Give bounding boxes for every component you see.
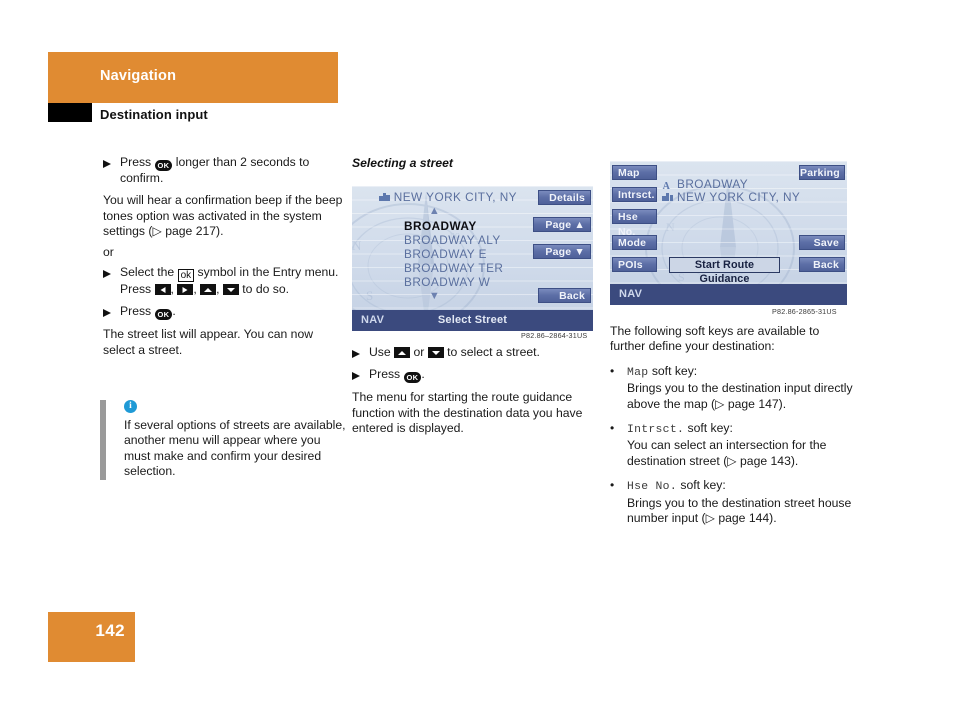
softkey-map[interactable]: Map <box>612 165 657 180</box>
ok-button-icon: OK <box>154 309 173 321</box>
softkey-suffix: soft key: <box>651 363 698 378</box>
nav-status-bar: NAV <box>610 284 847 305</box>
street-list-item[interactable]: BROADWAY TER <box>352 261 593 276</box>
page-number-block: 142 <box>48 612 135 662</box>
bullet-house-number-softkey: • Hse No. soft key: Brings you to the de… <box>610 478 856 526</box>
bullet-map-text: Brings you to the destination input dire… <box>627 381 853 411</box>
figure-code-middle: P82.86–2864-31US <box>521 331 588 340</box>
start-route-guidance-button[interactable]: Start Route Guidance <box>669 257 780 285</box>
nav-status-bar: NAV Select Street <box>352 310 593 331</box>
bullet-dot-icon: • <box>610 363 615 378</box>
nav-screen-select-street[interactable]: N S no NEW YORK CITY, NY ▲ BROADWAY BROA… <box>352 186 593 331</box>
note-body: i If several options of streets are avai… <box>124 400 346 480</box>
softkey-back[interactable]: Back <box>538 288 591 303</box>
arrow-left-key-icon <box>154 284 171 296</box>
nav-screen-content: Map Intrsct. Hse No. Mode POIs Parking S… <box>610 161 847 305</box>
step-press-ok: Press OK. <box>103 304 346 321</box>
step-triangle-icon <box>103 265 120 297</box>
section-marker-band <box>48 103 92 122</box>
subsection-title: Selecting a street <box>352 156 453 170</box>
arrow-right-key-icon <box>177 284 194 296</box>
note-side-bar <box>100 400 106 480</box>
softkey-mode[interactable]: Mode <box>612 235 657 250</box>
step3-post-text: . <box>172 304 176 319</box>
destination-city-line: NEW YORK CITY, NY <box>662 190 800 205</box>
step3-pre-text: Press <box>120 304 152 319</box>
use-post-text: to select a street. <box>447 345 540 359</box>
city-buildings-icon <box>662 193 673 201</box>
step1-pre-text: Press <box>120 155 152 169</box>
step1-note: You will hear a confirmation beep if the… <box>103 193 343 239</box>
note-text: If several options of streets are availa… <box>124 418 346 479</box>
step-press-ok-long: Press OK longer than 2 seconds to confir… <box>103 155 346 186</box>
status-nav-label: NAV <box>619 288 643 300</box>
nav-screen-content: NEW YORK CITY, NY ▲ BROADWAY BROADWAY AL… <box>352 186 593 331</box>
ok-button-icon: OK <box>403 372 422 384</box>
softkey-suffix: soft key: <box>680 478 726 493</box>
softkey-details[interactable]: Details <box>538 190 591 205</box>
step-triangle-icon <box>103 155 120 186</box>
softkey-name-intersection: Intrsct. <box>627 424 685 437</box>
step3-note: The street list will appear. You can now… <box>103 327 314 357</box>
softkey-pois[interactable]: POIs <box>612 257 657 272</box>
softkey-back[interactable]: Back <box>799 257 845 272</box>
softkey-house-number[interactable]: Hse No. <box>612 209 657 238</box>
step2-post-text: to do so. <box>242 282 290 297</box>
use-mid-text: or <box>413 345 425 359</box>
bullet-dot-icon: • <box>610 478 615 493</box>
arrow-down-key-icon <box>427 347 444 358</box>
section-title: Destination input <box>100 107 208 122</box>
chapter-header-band <box>48 52 338 103</box>
bullet-map-softkey: • Map soft key: Brings you to the destin… <box>610 364 856 412</box>
right-column-text: The following soft keys are available to… <box>610 324 856 526</box>
arrow-down-key-icon <box>222 284 239 296</box>
softkey-save[interactable]: Save <box>799 235 845 250</box>
status-screen-title: Select Street <box>437 314 508 326</box>
bullet-intersection-softkey: • Intrsct. soft key: You can select an i… <box>610 421 856 469</box>
figure-code-right: P82.86-2865-31US <box>772 307 837 316</box>
step-select-ok-symbol: Select the ok symbol in the Entry menu. … <box>103 265 346 297</box>
arrow-up-key-icon <box>200 284 217 296</box>
softkeys-intro: The following soft keys are available to… <box>610 324 820 354</box>
bullet-dot-icon: • <box>610 421 615 436</box>
page-number: 142 <box>95 621 125 640</box>
left-column: Press OK longer than 2 seconds to confir… <box>103 155 346 358</box>
softkey-name-map: Map <box>627 366 649 379</box>
press-pre-text: Press <box>369 367 401 382</box>
softkey-page-up[interactable]: Page ▲ <box>533 217 591 232</box>
softkey-suffix: soft key: <box>687 421 733 436</box>
softkey-name-house-number: Hse No. <box>627 481 677 494</box>
step-use-arrows: Use or to select a street. <box>352 345 594 360</box>
ok-symbol-icon: ok <box>177 269 195 283</box>
manual-page: Navigation Destination input Press OK lo… <box>0 0 954 716</box>
step-triangle-icon <box>352 345 369 360</box>
step-press-ok-middle: Press OK. <box>352 367 594 384</box>
middle-column-steps: Use or to select a street. Press OK. The… <box>352 345 594 437</box>
softkey-intersection[interactable]: Intrsct. <box>612 187 657 202</box>
softkey-page-down[interactable]: Page ▼ <box>533 244 591 259</box>
step-triangle-icon <box>352 367 369 383</box>
press-note: The menu for starting the route guidance… <box>352 390 583 436</box>
step2-pre-text: Select the <box>120 265 175 280</box>
arrow-up-key-icon <box>394 347 411 358</box>
note-box: i If several options of streets are avai… <box>100 400 346 480</box>
step-triangle-icon <box>103 304 120 320</box>
bullet-house-number-text: Brings you to the destination street hou… <box>627 495 852 526</box>
ok-button-icon: OK <box>154 160 173 171</box>
softkey-parking[interactable]: Parking <box>799 165 845 180</box>
bullet-intersection-text: You can select an intersection for the d… <box>627 438 827 468</box>
city-buildings-icon <box>378 193 390 201</box>
press-post-text: . <box>421 367 425 382</box>
use-pre-text: Use <box>369 345 391 359</box>
info-icon: i <box>124 400 137 413</box>
nav-screen-route-guidance[interactable]: N S Map Intrsct. Hse No. Mode POIs Parki… <box>610 161 847 305</box>
or-label: or <box>103 244 114 259</box>
chapter-title: Navigation <box>100 68 177 84</box>
